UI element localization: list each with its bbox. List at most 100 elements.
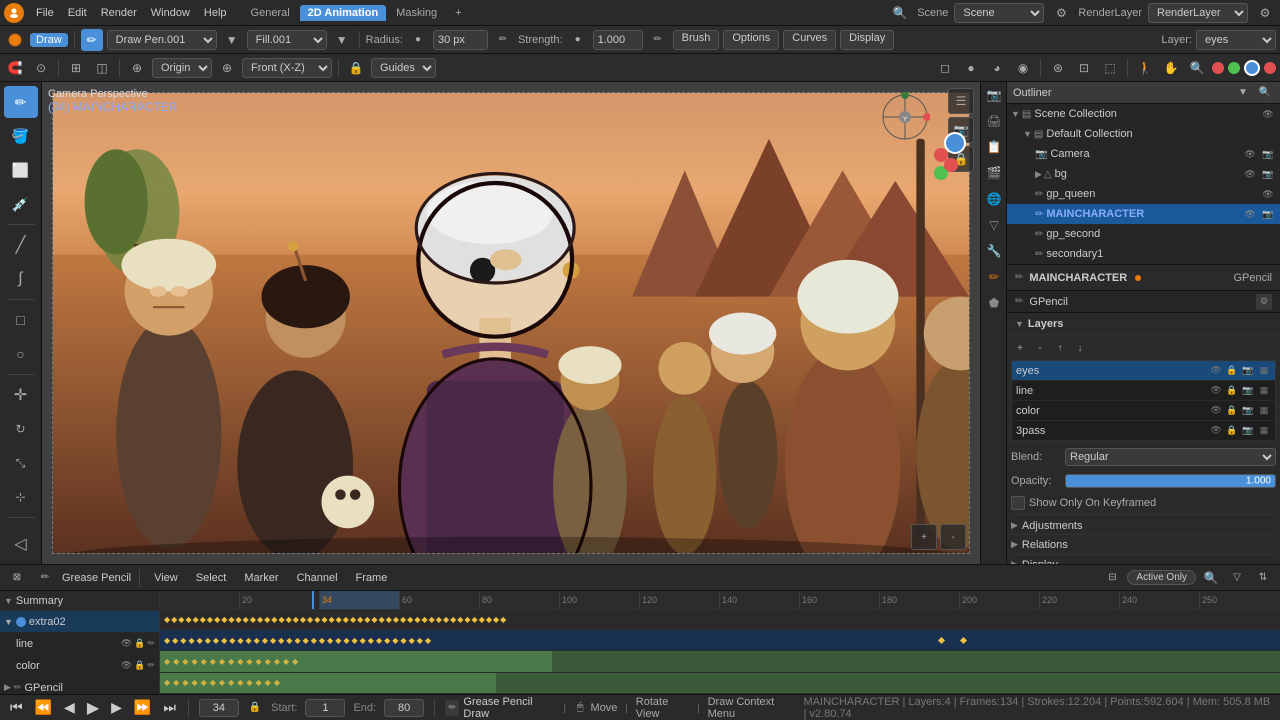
playback-jump-end[interactable]: ⏭ xyxy=(161,699,178,716)
active-only-pill[interactable]: Active Only xyxy=(1127,570,1196,585)
gizmo-icon[interactable]: ⊛ xyxy=(1047,57,1069,79)
keyframed-checkbox[interactable] xyxy=(1011,496,1025,510)
color-track-label[interactable]: color 👁 🔒 ✏ xyxy=(0,655,159,677)
tool-circle[interactable]: ○ xyxy=(4,338,38,370)
layer-eyes-mask[interactable]: ▦ xyxy=(1257,364,1271,378)
draw-mode-label[interactable]: Draw xyxy=(30,33,68,47)
start-frame-input[interactable] xyxy=(305,699,345,717)
layers-section-header[interactable]: ▼ Layers xyxy=(1007,313,1280,335)
sidebar-left-toggle[interactable]: ◁ xyxy=(4,528,38,560)
options-btn[interactable]: Options xyxy=(723,30,779,50)
menu-window[interactable]: Window xyxy=(145,5,196,21)
relations-section-header[interactable]: ▶ Relations xyxy=(1011,534,1276,554)
fill-settings-icon[interactable]: ▼ xyxy=(331,29,353,51)
gp-settings-btn[interactable]: ⚙ xyxy=(1256,294,1272,310)
viewport-shading-solid[interactable]: ● xyxy=(960,57,982,79)
guides-select[interactable]: Guides xyxy=(371,58,436,78)
layer-color-render[interactable]: 📷 xyxy=(1241,404,1255,418)
layer-line-hide[interactable]: 👁 xyxy=(1209,384,1223,398)
timeline-gp-icon[interactable]: ✏ xyxy=(34,567,56,589)
tool-eyedropper[interactable]: 💉 xyxy=(4,188,38,220)
prop-icon-world[interactable]: 🌐 xyxy=(981,186,1007,212)
line-vis-icon[interactable]: 👁 xyxy=(121,638,132,649)
playback-prev-frame[interactable]: ◀ xyxy=(62,699,77,716)
viewport-shading-wire[interactable]: ◻ xyxy=(934,57,956,79)
rl-settings-icon[interactable]: ⚙ xyxy=(1254,2,1276,24)
gpencil-track-label[interactable]: ▶ ✏ GPencil xyxy=(0,677,159,694)
layer-line[interactable]: line 👁 🔒 📷 ▦ xyxy=(1012,381,1275,401)
viewport-shading-render[interactable]: ◉ xyxy=(1012,57,1034,79)
playback-prev-keyframe[interactable]: ⏪ xyxy=(33,699,54,716)
tool-box[interactable]: □ xyxy=(4,304,38,336)
bg-mesh-vis[interactable]: 👁 xyxy=(1242,166,1258,182)
color-vis-icon[interactable]: 👁 xyxy=(121,660,132,671)
radius-pen-icon[interactable]: ✏ xyxy=(492,29,514,51)
line-edit-icon[interactable]: ✏ xyxy=(147,638,155,649)
tool-draw[interactable]: ✏ xyxy=(4,86,38,118)
playback-play[interactable]: ▶ xyxy=(85,698,101,718)
blender-icon[interactable] xyxy=(4,29,26,51)
menu-help[interactable]: Help xyxy=(198,5,233,21)
menu-file[interactable]: File xyxy=(30,5,60,21)
playback-next-keyframe[interactable]: ⏩ xyxy=(132,699,153,716)
outliner-filter-icon[interactable]: ▼ xyxy=(1234,84,1252,102)
sort-icon[interactable]: ⇅ xyxy=(1252,567,1274,589)
display-section-header[interactable]: ▶ Display xyxy=(1011,554,1276,564)
layer-color[interactable]: color 👁 🔒 📷 ▦ xyxy=(1012,401,1275,421)
tab-2d-animation[interactable]: 2D Animation xyxy=(300,5,387,21)
layer-color-lock[interactable]: 🔒 xyxy=(1225,404,1239,418)
transform-icon[interactable]: ⊕ xyxy=(126,57,148,79)
timeline-channel[interactable]: Channel xyxy=(291,570,344,586)
layer-color-mask[interactable]: ▦ xyxy=(1257,404,1271,418)
viewport-shading-material[interactable]: ◕ xyxy=(986,57,1008,79)
opacity-bar[interactable]: 1.000 xyxy=(1065,474,1276,488)
walk-icon[interactable]: 🚶 xyxy=(1134,57,1156,79)
mainchar-render[interactable]: 📷 xyxy=(1260,206,1276,222)
blend-select[interactable]: Regular xyxy=(1065,448,1276,466)
zoom-btn[interactable]: + xyxy=(911,524,937,550)
zoom-out-btn[interactable]: - xyxy=(940,524,966,550)
outliner-secondary1[interactable]: ✏ secondary1 xyxy=(1007,244,1280,264)
curves-btn[interactable]: Curves xyxy=(783,30,836,50)
view-menu-btn[interactable]: ☰ xyxy=(948,88,974,114)
move-layer-up-btn[interactable]: ↑ xyxy=(1051,339,1069,357)
add-layer-btn[interactable]: + xyxy=(1011,339,1029,357)
xray-icon[interactable]: ⬚ xyxy=(1099,57,1121,79)
camera-visibility[interactable]: 👁 xyxy=(1242,146,1258,162)
summary-icon[interactable]: ⊟ xyxy=(1101,567,1123,589)
current-frame-input[interactable] xyxy=(199,699,239,717)
menu-edit[interactable]: Edit xyxy=(62,5,93,21)
filter-icon[interactable]: ▽ xyxy=(1226,567,1248,589)
layer-3pass-hide[interactable]: 👁 xyxy=(1209,424,1223,438)
prop-icon-render[interactable]: 📷 xyxy=(981,82,1007,108)
color-lock-icon[interactable]: 🔒 xyxy=(134,660,145,671)
layer-line-lock[interactable]: 🔒 xyxy=(1225,384,1239,398)
grid-icon[interactable]: ⊞ xyxy=(65,57,87,79)
timeline-marker[interactable]: Marker xyxy=(238,570,284,586)
summary-track[interactable]: ◆◆◆◆◆◆◆◆◆◆◆◆◆◆◆◆◆◆◆◆◆◆◆◆◆◆◆◆◆◆◆◆◆◆◆◆◆◆◆◆… xyxy=(160,610,1280,629)
color-edit-icon[interactable]: ✏ xyxy=(147,660,155,671)
zoom-icon[interactable]: 🔍 xyxy=(1186,57,1208,79)
tool-line[interactable]: ╱ xyxy=(4,229,38,261)
tool-move[interactable]: ✛ xyxy=(4,379,38,411)
color-track[interactable]: ◆◆◆◆◆◆◆◆◆◆◆◆◆ xyxy=(160,673,1280,694)
layer-color-hide[interactable]: 👁 xyxy=(1209,404,1223,418)
display-btn[interactable]: Display xyxy=(840,30,894,50)
timeline-select[interactable]: Select xyxy=(190,570,233,586)
outliner-scene-collection[interactable]: ▼ ▤ Scene Collection 👁 xyxy=(1007,104,1280,124)
prop-icon-material[interactable]: ⬟ xyxy=(981,290,1007,316)
tool-fill[interactable]: 🪣 xyxy=(4,120,38,152)
prop-icon-output[interactable]: 🖨 xyxy=(981,108,1007,134)
extra02-track[interactable]: ◆◆◆◆◆◆◆◆◆◆◆◆◆◆◆◆◆◆◆◆◆◆◆◆◆◆◆◆◆◆◆◆◆ xyxy=(160,630,1280,651)
lock-icon[interactable]: 🔒 xyxy=(345,57,367,79)
collection-visibility[interactable]: 👁 xyxy=(1260,106,1276,122)
search-timeline[interactable]: 🔍 xyxy=(1200,567,1222,589)
pressure-radius-icon[interactable]: ● xyxy=(407,29,429,51)
playback-jump-start[interactable]: ⏮ xyxy=(8,699,25,716)
outliner-bg-mesh[interactable]: ▶ △ bg 👁 📷 xyxy=(1007,164,1280,184)
remove-layer-btn[interactable]: - xyxy=(1031,339,1049,357)
timeline-view[interactable]: View xyxy=(148,570,184,586)
line-lock-icon[interactable]: 🔒 xyxy=(134,638,145,649)
layer-3pass-mask[interactable]: ▦ xyxy=(1257,424,1271,438)
proportional-icon[interactable]: ⊙ xyxy=(30,57,52,79)
